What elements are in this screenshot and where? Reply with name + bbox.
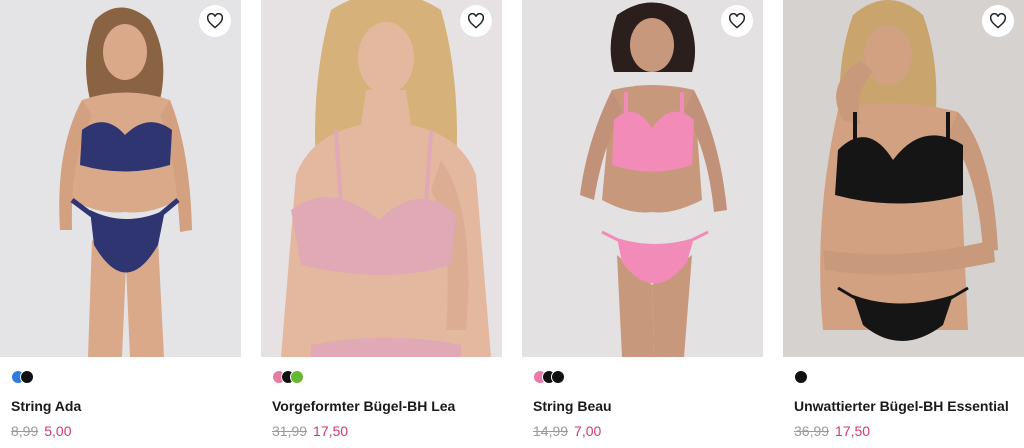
heart-outline-icon xyxy=(467,13,485,29)
color-swatch-green[interactable] xyxy=(290,370,304,384)
product-photo xyxy=(522,0,763,357)
sale-price: 17,50 xyxy=(835,423,871,439)
original-price: 31,99 xyxy=(272,423,308,439)
product-name[interactable]: String Ada xyxy=(11,398,81,414)
product-image[interactable] xyxy=(522,0,763,357)
color-swatches xyxy=(794,370,808,384)
product-name[interactable]: Vorgeformter Bügel-BH Lea xyxy=(272,398,455,414)
color-swatches xyxy=(272,370,304,384)
product-card[interactable]: String Beau 14,99 7,00 xyxy=(522,0,763,448)
product-grid: String Ada 8,99 5,00 Vorgeformter Bügel-… xyxy=(0,0,1024,448)
product-name[interactable]: Unwattierter Bügel-BH Essential xyxy=(794,398,1009,414)
sale-price: 7,00 xyxy=(574,423,602,439)
original-price: 14,99 xyxy=(533,423,569,439)
favorite-button[interactable] xyxy=(721,5,753,37)
product-price: 8,99 5,00 xyxy=(11,423,72,439)
color-swatch-black[interactable] xyxy=(794,370,808,384)
favorite-button[interactable] xyxy=(199,5,231,37)
product-name[interactable]: String Beau xyxy=(533,398,612,414)
heart-outline-icon xyxy=(206,13,224,29)
product-price: 14,99 7,00 xyxy=(533,423,601,439)
product-photo xyxy=(783,0,1024,357)
favorite-button[interactable] xyxy=(982,5,1014,37)
product-photo xyxy=(261,0,502,357)
product-price: 31,99 17,50 xyxy=(272,423,348,439)
product-card[interactable]: Vorgeformter Bügel-BH Lea 31,99 17,50 xyxy=(261,0,502,448)
color-swatch-black[interactable] xyxy=(551,370,565,384)
product-card[interactable]: Unwattierter Bügel-BH Essential 36,99 17,… xyxy=(783,0,1024,448)
product-image[interactable] xyxy=(0,0,241,357)
original-price: 8,99 xyxy=(11,423,39,439)
color-swatch-black[interactable] xyxy=(20,370,34,384)
product-image[interactable] xyxy=(261,0,502,357)
sale-price: 17,50 xyxy=(313,423,349,439)
product-card[interactable]: String Ada 8,99 5,00 xyxy=(0,0,241,448)
product-photo xyxy=(0,0,241,357)
product-price: 36,99 17,50 xyxy=(794,423,870,439)
original-price: 36,99 xyxy=(794,423,830,439)
sale-price: 5,00 xyxy=(44,423,72,439)
heart-outline-icon xyxy=(728,13,746,29)
color-swatches xyxy=(11,370,34,384)
color-swatches xyxy=(533,370,565,384)
favorite-button[interactable] xyxy=(460,5,492,37)
heart-outline-icon xyxy=(989,13,1007,29)
product-image[interactable] xyxy=(783,0,1024,357)
